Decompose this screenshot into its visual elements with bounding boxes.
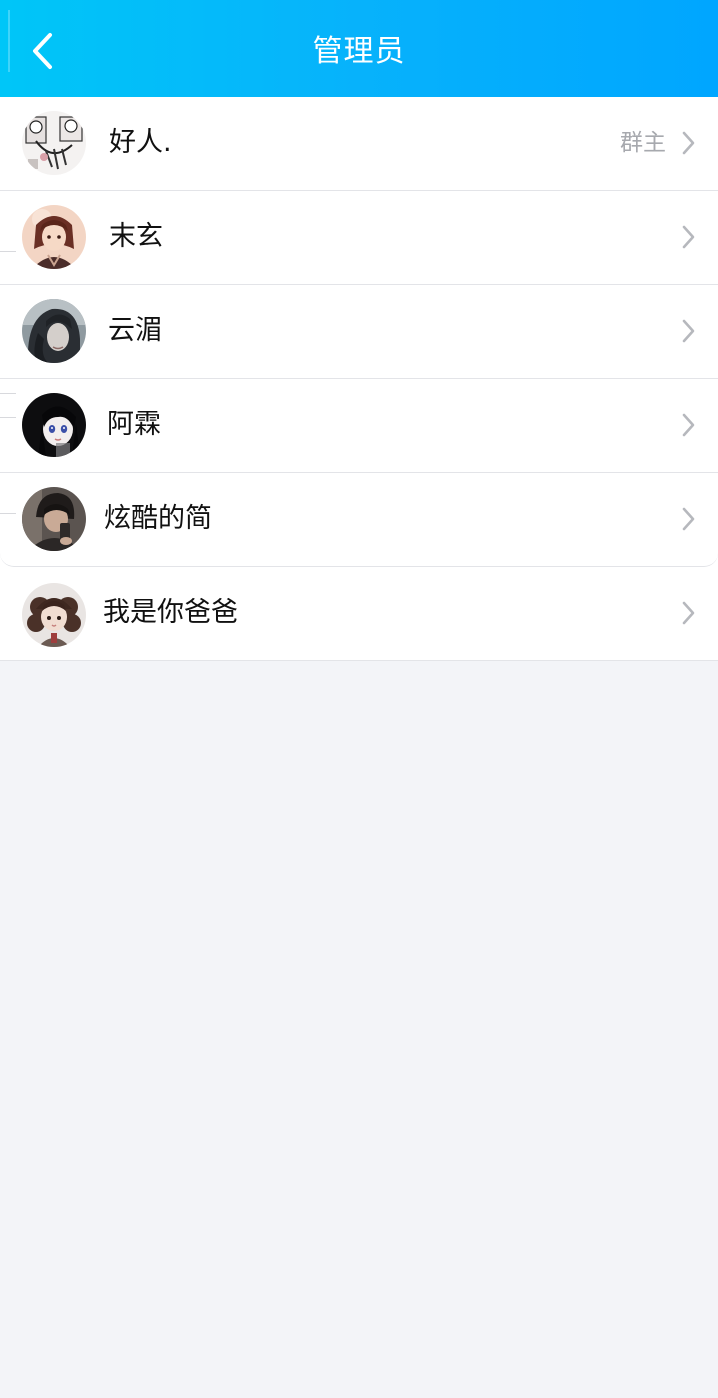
list-tick-mark: [0, 417, 16, 418]
chevron-right-icon: [682, 507, 695, 531]
admin-row[interactable]: 阿霖: [0, 379, 718, 473]
avatar[interactable]: [22, 487, 86, 551]
chevron-right-icon: [682, 225, 695, 249]
admin-list: 好人. 群主 末玄 云湄 阿霖 炫酷的简 我是你爸爸: [0, 97, 718, 661]
avatar[interactable]: [22, 583, 86, 647]
list-tick-mark: [0, 393, 16, 394]
chevron-right-icon: [682, 601, 695, 625]
avatar-dark-hair-portrait-icon: [22, 299, 86, 363]
page-title: 管理员: [312, 34, 406, 69]
avatar-anime-brown-hair-icon: [22, 205, 86, 269]
chevron-right-icon: [682, 131, 695, 155]
admin-row[interactable]: 云湄: [0, 285, 718, 379]
admin-name: 好人.: [109, 127, 172, 158]
avatar[interactable]: [22, 205, 86, 269]
title-bar: 管理员: [0, 0, 718, 97]
chevron-right-icon: [682, 413, 695, 437]
admin-row[interactable]: 好人. 群主: [0, 97, 718, 191]
avatar-anime-black-hair-icon: [22, 393, 86, 457]
role-badge: 群主: [620, 130, 666, 156]
admin-name: 末玄: [109, 221, 163, 252]
admin-name: 阿霖: [107, 409, 161, 440]
admin-row[interactable]: 末玄: [0, 191, 718, 285]
avatar-manga-collage-icon: [22, 111, 86, 175]
avatar[interactable]: [22, 299, 86, 363]
admin-name: 云湄: [108, 315, 162, 346]
admin-name: 我是你爸爸: [103, 597, 238, 628]
list-tick-mark: [0, 251, 16, 252]
chevron-right-icon: [682, 319, 695, 343]
avatar[interactable]: [22, 111, 86, 175]
admin-name: 炫酷的简: [104, 503, 212, 534]
admin-row[interactable]: 我是你爸爸: [0, 567, 718, 661]
avatar-chibi-curly-hair-icon: [22, 583, 86, 647]
avatar[interactable]: [22, 393, 86, 457]
list-tick-mark: [0, 513, 16, 514]
avatar-mirror-selfie-icon: [22, 487, 86, 551]
admin-row[interactable]: 炫酷的简: [0, 473, 718, 567]
